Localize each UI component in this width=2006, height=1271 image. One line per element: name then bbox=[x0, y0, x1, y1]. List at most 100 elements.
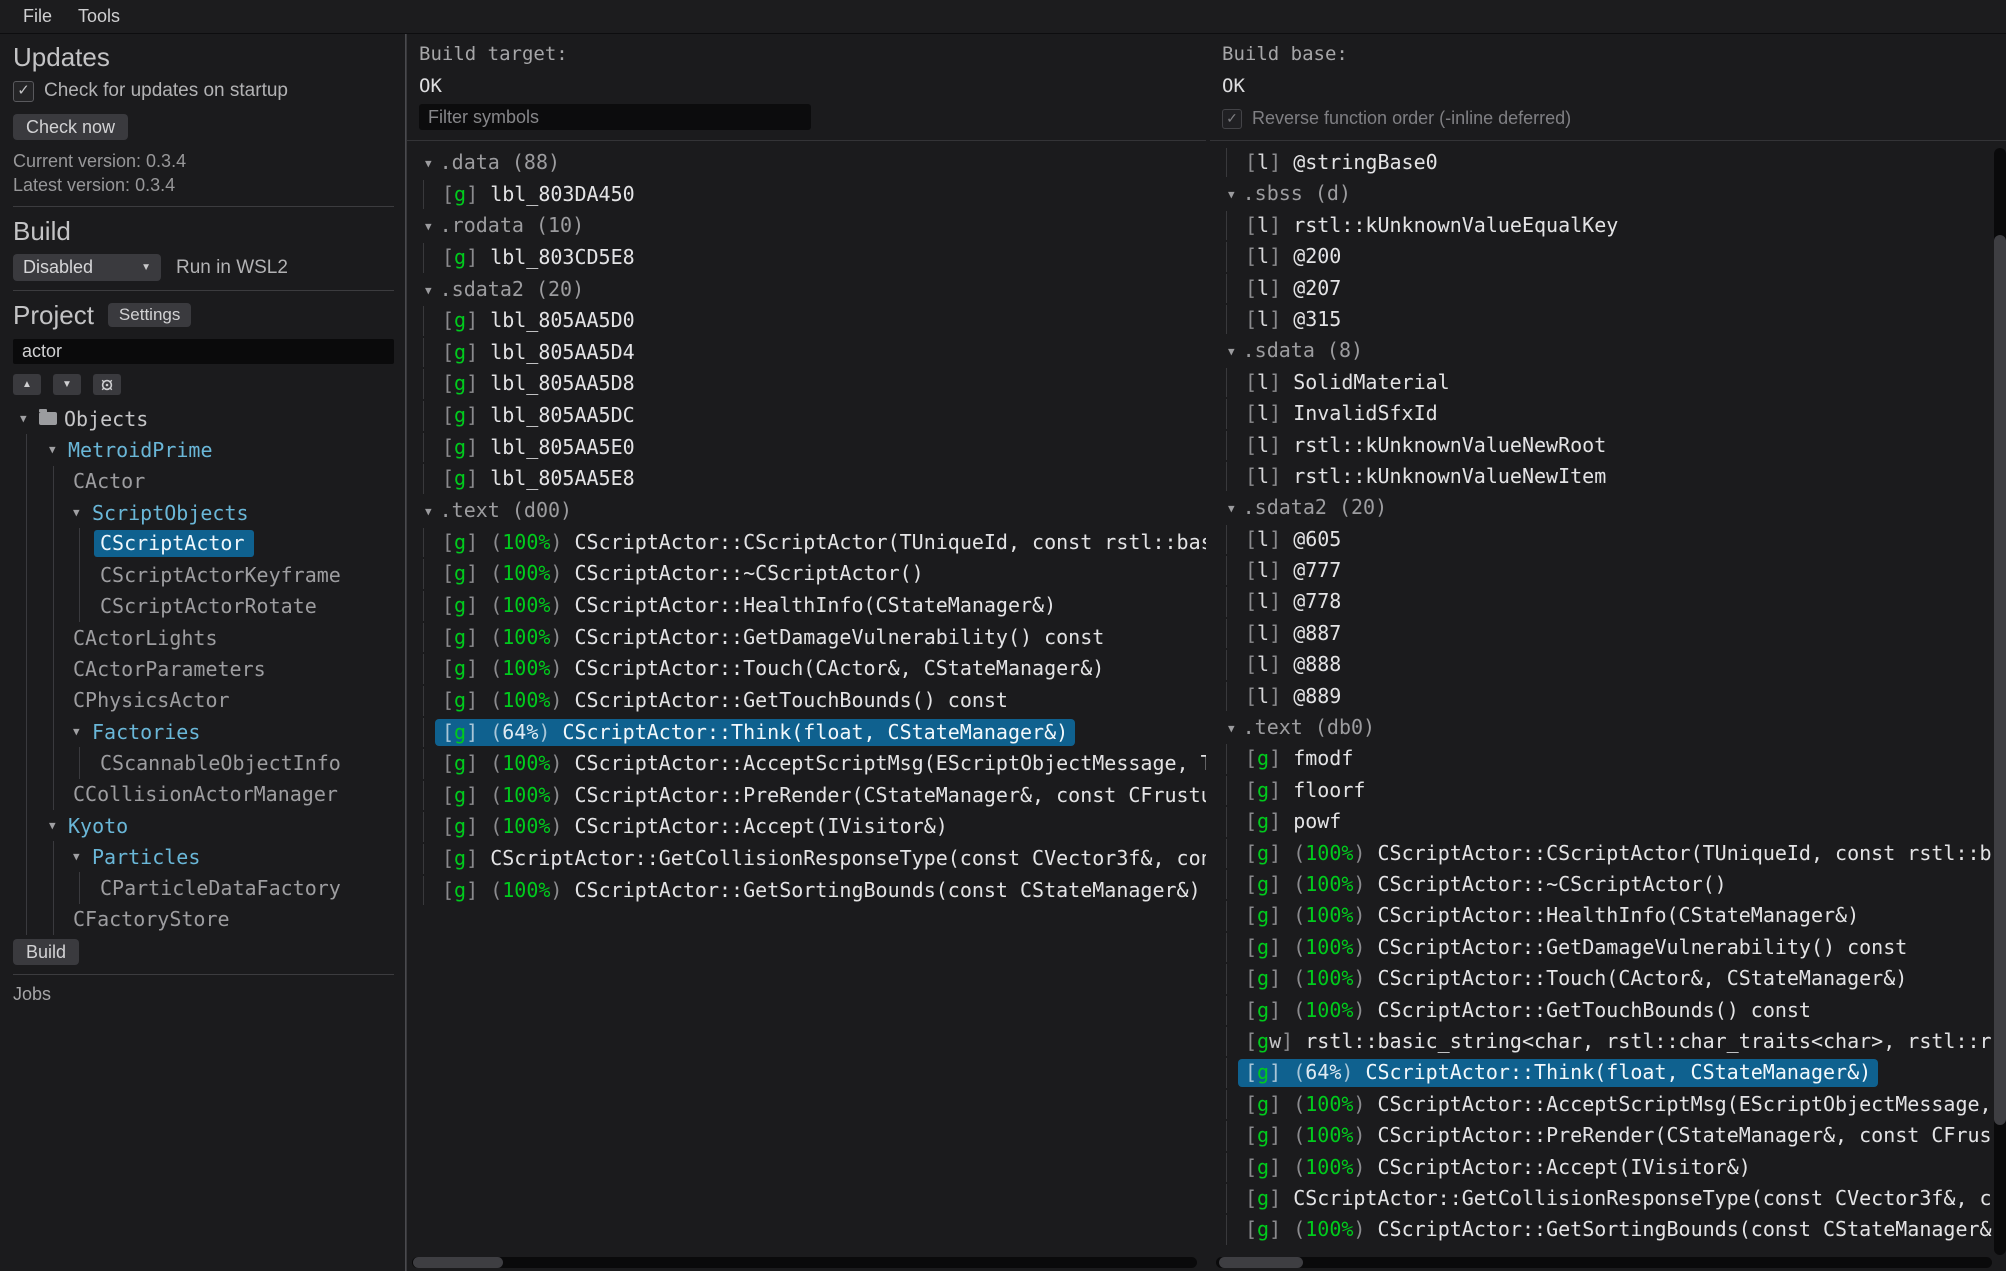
tree-item-particles[interactable]: ▼Particles bbox=[13, 841, 394, 872]
tree-item-cactorparameters[interactable]: CActorParameters bbox=[13, 653, 394, 684]
symbol-row[interactable]: [g] (100%) CScriptActor::GetSortingBound… bbox=[1210, 1214, 2006, 1245]
indent-guide bbox=[1226, 1184, 1227, 1213]
symbol-row[interactable]: [g] (100%) CScriptActor::AcceptScriptMsg… bbox=[1210, 1089, 2006, 1120]
check-now-button[interactable]: Check now bbox=[13, 114, 128, 140]
symbol-row[interactable]: [g] powf bbox=[1210, 806, 2006, 837]
symbol-row[interactable]: [g] fmodf bbox=[1210, 743, 2006, 774]
horizontal-scrollbar[interactable] bbox=[1216, 1257, 1992, 1268]
build-mode-dropdown[interactable]: Disabled ▼ bbox=[13, 254, 161, 281]
symbol-section-row[interactable]: ▼.text (d00) bbox=[407, 495, 1206, 527]
tree-item-cscriptactor[interactable]: CScriptActor bbox=[13, 528, 394, 559]
symbol-row[interactable]: [g] (100%) CScriptActor::GetTouchBounds(… bbox=[1210, 995, 2006, 1026]
tree-item-cparticledatafactory[interactable]: CParticleDataFactory bbox=[13, 872, 394, 903]
symbol-row[interactable]: [g] lbl_805AA5D8 bbox=[407, 368, 1206, 400]
symbol-row[interactable]: [l] rstl::kUnknownValueNewItem bbox=[1210, 461, 2006, 492]
symbol-row[interactable]: [g] lbl_805AA5D0 bbox=[407, 305, 1206, 337]
symbol-section-row[interactable]: ▼.rodata (10) bbox=[407, 210, 1206, 242]
symbol-row[interactable]: [g] lbl_805AA5D4 bbox=[407, 337, 1206, 369]
reverse-order-checkbox[interactable]: ✓ bbox=[1222, 109, 1242, 129]
filter-symbols-input[interactable] bbox=[419, 104, 811, 130]
symbol-row[interactable]: [g] (100%) CScriptActor::Touch(CActor&, … bbox=[1210, 963, 2006, 994]
symbol-section-row[interactable]: ▼.sdata2 (20) bbox=[1210, 492, 2006, 523]
symbol-row[interactable]: [l] @207 bbox=[1210, 273, 2006, 304]
tree-item-objects[interactable]: ▼Objects bbox=[13, 403, 394, 434]
menu-tools[interactable]: Tools bbox=[78, 6, 120, 27]
text: ( bbox=[490, 625, 502, 649]
symbol-row[interactable]: [g] (100%) CScriptActor::CScriptActor(TU… bbox=[1210, 838, 2006, 869]
tree-item-cscannableobjectinfo[interactable]: CScannableObjectInfo bbox=[13, 747, 394, 778]
symbol-row[interactable]: [g] (100%) CScriptActor::Accept(IVisitor… bbox=[1210, 1152, 2006, 1183]
indent-spacer bbox=[13, 794, 73, 795]
symbol-row[interactable]: [l] @778 bbox=[1210, 586, 2006, 617]
locate-current-button[interactable] bbox=[93, 374, 121, 395]
symbol-row[interactable]: [g] lbl_803DA450 bbox=[407, 179, 1206, 211]
tree-item-cscriptactorrotate[interactable]: CScriptActorRotate bbox=[13, 591, 394, 622]
symbol-row[interactable]: [g] (64%) CScriptActor::Think(float, CSt… bbox=[1210, 1057, 2006, 1088]
symbol-row[interactable]: [g] CScriptActor::GetCollisionResponseTy… bbox=[1210, 1183, 2006, 1214]
project-settings-button[interactable]: Settings bbox=[108, 303, 191, 327]
tree-item-cactor[interactable]: CActor bbox=[13, 466, 394, 497]
scrollbar-thumb[interactable] bbox=[1219, 1257, 1303, 1268]
symbol-row[interactable]: [g] lbl_803CD5E8 bbox=[407, 242, 1206, 274]
object-search-input[interactable] bbox=[13, 339, 394, 364]
symbol-row[interactable]: [g] lbl_805AA5E8 bbox=[407, 463, 1206, 495]
symbol-row[interactable]: [g] (100%) CScriptActor::GetDamageVulner… bbox=[407, 622, 1206, 654]
symbol-row[interactable]: [g] (100%) CScriptActor::~CScriptActor() bbox=[1210, 869, 2006, 900]
symbol-row[interactable]: [g] (100%) CScriptActor::PreRender(CStat… bbox=[407, 780, 1206, 812]
symbol-row[interactable]: [g] (100%) CScriptActor::Accept(IVisitor… bbox=[407, 811, 1206, 843]
tree-item-scriptobjects[interactable]: ▼ScriptObjects bbox=[13, 497, 394, 528]
tree-item-kyoto[interactable]: ▼Kyoto bbox=[13, 810, 394, 841]
symbol-row[interactable]: [l] SolidMaterial bbox=[1210, 367, 2006, 398]
symbol-row[interactable]: [l] @200 bbox=[1210, 241, 2006, 272]
check-updates-checkbox[interactable]: ✓ bbox=[13, 81, 34, 102]
symbol-row[interactable]: [gw] rstl::basic_string<char, rstl::char… bbox=[1210, 1026, 2006, 1057]
tree-item-cactorlights[interactable]: CActorLights bbox=[13, 622, 394, 653]
tree-item-cphysicsactor[interactable]: CPhysicsActor bbox=[13, 685, 394, 716]
symbol-row[interactable]: [g] (100%) CScriptActor::PreRender(CStat… bbox=[1210, 1120, 2006, 1151]
text: ] bbox=[1269, 213, 1293, 237]
next-match-button[interactable]: ▼ bbox=[53, 374, 81, 395]
symbol-row[interactable]: [g] (100%) CScriptActor::GetSortingBound… bbox=[407, 875, 1206, 907]
tree-item-ccollisionactormanager[interactable]: CCollisionActorManager bbox=[13, 779, 394, 810]
symbol-section-row[interactable]: ▼.sbss (d) bbox=[1210, 178, 2006, 209]
symbol-row[interactable]: [g] (64%) CScriptActor::Think(float, CSt… bbox=[407, 717, 1206, 749]
symbol-row[interactable]: [l] @888 bbox=[1210, 649, 2006, 680]
symbol-section-row[interactable]: ▼.sdata (8) bbox=[1210, 335, 2006, 366]
symbol-row[interactable]: [g] lbl_805AA5DC bbox=[407, 400, 1206, 432]
symbol-section-row[interactable]: ▼.text (db0) bbox=[1210, 712, 2006, 743]
text: ( bbox=[1293, 1092, 1305, 1116]
symbol-row[interactable]: [l] @889 bbox=[1210, 681, 2006, 712]
symbol-row[interactable]: [g] (100%) CScriptActor::HealthInfo(CSta… bbox=[407, 590, 1206, 622]
menu-file[interactable]: File bbox=[23, 6, 52, 27]
symbol-row[interactable]: [g] (100%) CScriptActor::HealthInfo(CSta… bbox=[1210, 900, 2006, 931]
tree-item-cfactorystore[interactable]: CFactoryStore bbox=[13, 904, 394, 935]
symbol-section-row[interactable]: ▼.data (88) bbox=[407, 147, 1206, 179]
symbol-row[interactable]: [l] @777 bbox=[1210, 555, 2006, 586]
symbol-row[interactable]: [g] (100%) CScriptActor::Touch(CActor&, … bbox=[407, 653, 1206, 685]
symbol-row[interactable]: [g] (100%) CScriptActor::GetTouchBounds(… bbox=[407, 685, 1206, 717]
symbol-row[interactable]: [g] (100%) CScriptActor::~CScriptActor() bbox=[407, 558, 1206, 590]
horizontal-scrollbar[interactable] bbox=[412, 1257, 1197, 1268]
tree-item-cscriptactorkeyframe[interactable]: CScriptActorKeyframe bbox=[13, 559, 394, 590]
symbol-row[interactable]: [g] (100%) CScriptActor::CScriptActor(TU… bbox=[407, 527, 1206, 559]
symbol-row[interactable]: [g] (100%) CScriptActor::GetDamageVulner… bbox=[1210, 932, 2006, 963]
symbol-row[interactable]: [l] rstl::kUnknownValueEqualKey bbox=[1210, 210, 2006, 241]
symbol-section-row[interactable]: ▼.sdata2 (20) bbox=[407, 274, 1206, 306]
symbol-row[interactable]: [g] (100%) CScriptActor::AcceptScriptMsg… bbox=[407, 748, 1206, 780]
prev-match-button[interactable]: ▲ bbox=[13, 374, 41, 395]
build-button[interactable]: Build bbox=[13, 939, 79, 965]
symbol-row[interactable]: [g] CScriptActor::GetCollisionResponseTy… bbox=[407, 843, 1206, 875]
symbol-row[interactable]: [g] floorf bbox=[1210, 775, 2006, 806]
symbol-row[interactable]: [g] lbl_805AA5E0 bbox=[407, 432, 1206, 464]
vertical-scrollbar[interactable] bbox=[1994, 148, 2006, 1255]
symbol-row[interactable]: [l] @605 bbox=[1210, 524, 2006, 555]
symbol-row[interactable]: [l] @887 bbox=[1210, 618, 2006, 649]
symbol-row[interactable]: [l] @315 bbox=[1210, 304, 2006, 335]
tree-item-metroidprime[interactable]: ▼MetroidPrime bbox=[13, 434, 394, 465]
scrollbar-thumb[interactable] bbox=[1994, 235, 2006, 1125]
symbol-row[interactable]: [l] @stringBase0 bbox=[1210, 147, 2006, 178]
symbol-row[interactable]: [l] InvalidSfxId bbox=[1210, 398, 2006, 429]
scrollbar-thumb[interactable] bbox=[413, 1257, 503, 1268]
tree-item-factories[interactable]: ▼Factories bbox=[13, 716, 394, 747]
symbol-row[interactable]: [l] rstl::kUnknownValueNewRoot bbox=[1210, 430, 2006, 461]
